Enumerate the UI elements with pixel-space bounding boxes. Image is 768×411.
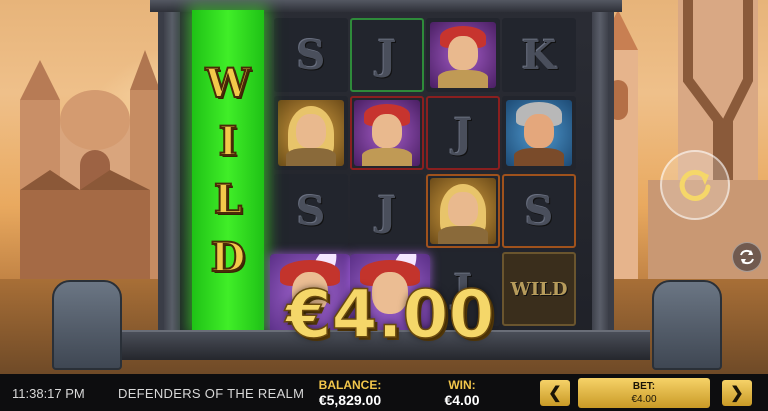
left-castle-illustration bbox=[20, 50, 160, 280]
reel-symbol-letter: K bbox=[502, 18, 576, 92]
wild-letter: W bbox=[205, 59, 252, 108]
red-hat-warrior-portrait bbox=[430, 22, 496, 88]
reel-symbol-letter: S bbox=[274, 18, 348, 92]
blonde-heroine-portrait bbox=[278, 100, 344, 166]
bet-value: €4.00 bbox=[631, 394, 657, 405]
autoplay-cycle-icon bbox=[740, 249, 754, 265]
left-rune-stone bbox=[52, 280, 122, 370]
reel-symbol-letter: S bbox=[274, 174, 348, 248]
wild-letter: L bbox=[213, 175, 243, 224]
symbol-letter: K bbox=[521, 31, 557, 79]
reel-symbol-letter: J bbox=[350, 174, 424, 248]
autoplay-button[interactable] bbox=[732, 242, 762, 272]
expanded-wild-reel: W I L D bbox=[192, 10, 264, 332]
wild-letter: I bbox=[218, 117, 239, 166]
slot-frame-left-pillar bbox=[164, 12, 180, 330]
red-hat-warrior-portrait bbox=[354, 100, 420, 166]
reel-symbol-viking-warrior bbox=[502, 96, 576, 170]
bet-display[interactable]: BET: €4.00 bbox=[578, 378, 710, 408]
blonde-heroine-portrait bbox=[430, 178, 496, 244]
bet-increase-button[interactable]: ❯ bbox=[722, 380, 752, 406]
balance-value: €5,829.00 bbox=[318, 392, 382, 408]
symbol-letter: S bbox=[296, 187, 326, 235]
reel-symbol-wild: WILD bbox=[502, 252, 576, 326]
spin-button[interactable] bbox=[660, 150, 730, 220]
rotate-arrow-icon bbox=[679, 169, 711, 201]
wild-letter: D bbox=[210, 233, 247, 282]
symbol-letter: J bbox=[453, 109, 473, 157]
win-amount-overlay: €4.00 bbox=[285, 275, 495, 354]
symbol-letter: S bbox=[524, 187, 554, 235]
bet-label: BET: bbox=[632, 381, 656, 392]
reel-symbol-blonde-heroine bbox=[274, 96, 348, 170]
reel-symbol-letter: S bbox=[502, 174, 576, 248]
reel-symbol-letter: J bbox=[350, 18, 424, 92]
reel-symbol-red-hat-warrior bbox=[350, 96, 424, 170]
clock: 11:38:17 PM bbox=[12, 386, 85, 401]
balance-display: BALANCE: €5,829.00 bbox=[308, 378, 392, 408]
reel-symbol-letter: J bbox=[426, 96, 500, 170]
right-rune-stone bbox=[652, 280, 722, 370]
bottom-info-bar: 11:38:17 PM DEFENDERS OF THE REALM BALAN… bbox=[0, 374, 768, 411]
wild-tile-label: WILD bbox=[510, 278, 568, 300]
viking-warrior-portrait bbox=[506, 100, 572, 166]
win-value: €4.00 bbox=[444, 392, 480, 408]
reel-symbol-red-hat-warrior bbox=[426, 18, 500, 92]
symbol-letter: J bbox=[377, 31, 397, 79]
reel-symbol-blonde-heroine bbox=[426, 174, 500, 248]
symbol-letter: S bbox=[296, 31, 326, 79]
win-display: WIN: €4.00 bbox=[432, 378, 492, 408]
symbol-letter: J bbox=[377, 187, 397, 235]
balance-label: BALANCE: bbox=[318, 378, 382, 392]
bet-decrease-button[interactable]: ❮ bbox=[540, 380, 570, 406]
game-title: DEFENDERS OF THE REALM bbox=[118, 386, 305, 401]
slot-frame-right-pillar bbox=[592, 12, 608, 330]
win-label: WIN: bbox=[448, 378, 476, 392]
